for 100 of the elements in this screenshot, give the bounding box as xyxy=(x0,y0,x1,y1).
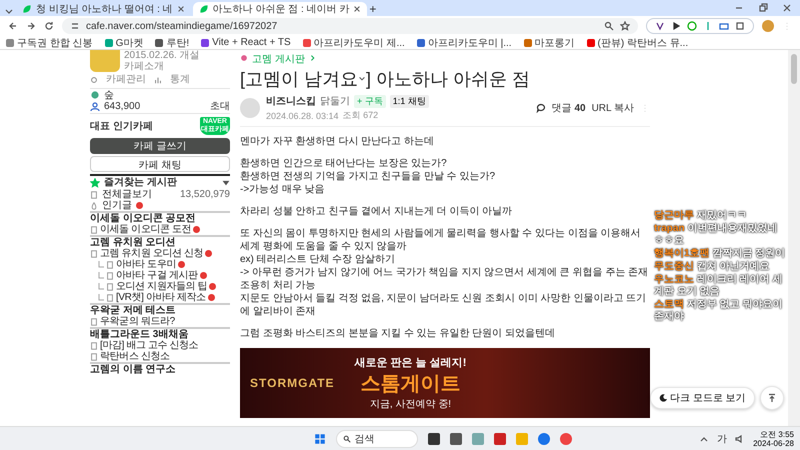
dark-mode-button[interactable]: 다크 모드로 보기 xyxy=(650,387,755,409)
bookmark-link[interactable]: 루탄! xyxy=(166,36,190,50)
bookmark-favicon xyxy=(6,38,14,46)
app-icon[interactable] xyxy=(494,432,506,444)
new-badge xyxy=(136,202,143,209)
board-group-title: 고렘 유치원 오디션 xyxy=(90,235,230,248)
chat-button[interactable]: 1:1 채팅 xyxy=(390,94,429,108)
new-tab-button[interactable]: + xyxy=(369,2,376,16)
reload-icon[interactable] xyxy=(44,21,54,31)
board-link[interactable]: 아바타 구걸 게시판 xyxy=(116,270,198,281)
ad-title: 스톰게이트 xyxy=(360,372,460,397)
bookmark-favicon xyxy=(201,38,210,46)
bookmark-link[interactable]: (판뷰) 락탄버스 뮤... xyxy=(598,36,688,50)
board-link[interactable]: 우왁굳의 뭐드라? xyxy=(100,316,175,327)
favorite-boards-title[interactable]: 즐겨찾는 게시판 xyxy=(104,177,218,188)
bookmark-link[interactable]: 아프리카도우미 |... xyxy=(428,36,512,50)
board-link[interactable]: 인기글 xyxy=(102,200,132,211)
view-count: 조회 672 xyxy=(342,109,378,122)
bookmark-link[interactable]: Vite + React + TS xyxy=(212,37,291,48)
ad-headline: 새로운 판은 늘 설레지! xyxy=(354,356,466,370)
search-icon[interactable] xyxy=(342,434,351,442)
bookmark-favicon xyxy=(416,38,425,46)
write-post-button[interactable]: 카페 글쓰기 xyxy=(90,138,230,154)
zoom-icon[interactable] xyxy=(604,21,614,31)
cafe-intro-link[interactable]: 카페소개 xyxy=(124,61,200,72)
scroll-top-button[interactable] xyxy=(760,386,784,410)
board-link[interactable]: 고렘 유치원 오디션 신청 xyxy=(100,248,204,259)
bookmark-link[interactable]: 마포롱기 xyxy=(534,36,575,50)
post-tag: [고멤이 남겨요 xyxy=(240,67,358,91)
popular-cafe-label: 대표 인기카페 xyxy=(90,120,153,132)
author-grade: 닭둘기 xyxy=(320,95,350,108)
cafe-manage-link[interactable]: 카페관리 xyxy=(106,74,146,85)
scrollbar-thumb[interactable] xyxy=(791,54,797,84)
ad-banner[interactable]: STORMGATE 새로운 판은 늘 설레지! 스톰게이트 지금, 사전예약 중! xyxy=(240,348,650,418)
board-link[interactable]: 아바타 도우미 xyxy=(116,259,176,270)
body-text: 환생하면 인간으로 태어난다는 보장은 있는가? xyxy=(240,157,448,170)
arrow-up-icon xyxy=(767,393,777,403)
body-text: 차라리 성불 안하고 친구들 곁에서 지내는게 더 이득이 아닐까 xyxy=(240,205,514,218)
chevron-right-icon[interactable] xyxy=(308,54,317,62)
restore-icon[interactable] xyxy=(758,3,768,13)
close-icon[interactable] xyxy=(353,5,362,13)
close-icon[interactable] xyxy=(176,5,185,13)
board-link[interactable]: 전체글보기 xyxy=(102,189,152,200)
caret-icon[interactable] xyxy=(222,178,230,186)
site-settings-icon[interactable] xyxy=(70,21,80,31)
ad-subline: 지금, 사전예약 중! xyxy=(370,398,452,411)
invite-link[interactable]: 초대 xyxy=(210,101,230,112)
app-icon[interactable] xyxy=(450,432,462,444)
ad-logo: STORMGATE xyxy=(250,376,335,390)
body-text: 그럼 조평화 바스티즈의 본분을 지킬 수 있는 유일한 단원이 되었을텐데 xyxy=(240,327,556,340)
browser-tab[interactable]: 아노하나 아쉬운 점 : 네이버 카 xyxy=(192,2,368,16)
clock-date[interactable]: 2024-06-28 xyxy=(753,438,794,448)
comment-label[interactable]: 댓글 40 xyxy=(552,101,586,115)
moon-icon xyxy=(659,394,667,402)
browser-tab[interactable]: 청 비킹님 아노하나 떨어여 : 네 xyxy=(16,2,191,16)
url-copy-link[interactable]: URL 복사 xyxy=(592,101,634,115)
body-text: -> 아무런 증거가 남지 않기에 어느 국가가 책임을 지지 않으면서 세계에 큰 위협을 주는 존재 조용히 처리 가능 xyxy=(240,266,650,292)
play-icon[interactable] xyxy=(671,21,681,31)
body-text: 또 자신의 몸이 투명하지만 현세의 사람들에게 물리력을 행사할 수 있다는 이점을 이용해서 xyxy=(240,227,642,240)
body-text: 환생하면 전생의 기억을 가지고 친구들을 만날 수 있는가? xyxy=(240,170,496,183)
bookmark-link[interactable]: 아프리카도우미 제... xyxy=(314,36,405,50)
comment-icon[interactable] xyxy=(536,103,546,113)
board-link[interactable]: 오디션 지원자들의 팁 xyxy=(116,281,208,292)
leaf-icon xyxy=(22,4,32,14)
body-text: ex) 테러리스트 단체 수장 암살하기 xyxy=(240,253,396,266)
member-level: 숲 xyxy=(104,90,114,101)
chat-message: 당근마루 재밌어ㅋㅋ xyxy=(654,210,747,222)
board-group-title: 이세돌 이오디콘 공모전 xyxy=(90,211,230,224)
post-date: 2024.06.28. 03:14 xyxy=(266,110,339,120)
taskbar-search[interactable]: 검색 xyxy=(336,430,418,448)
stats-link[interactable]: 통계 xyxy=(170,74,190,85)
board-link[interactable]: [마감] 배그 고수 신청소 xyxy=(100,340,198,351)
bar-chart-icon[interactable] xyxy=(154,76,162,84)
address-bar[interactable]: cafe.naver.com/steamindiegame/16972027 xyxy=(62,18,638,34)
back-icon[interactable] xyxy=(8,21,18,31)
chevron-down-icon[interactable] xyxy=(358,75,366,83)
cafe-chat-button[interactable]: 카페 채팅 xyxy=(90,156,230,172)
board-group-title: 고렘의 이름 연구소 xyxy=(90,362,230,375)
bookmark-link[interactable]: G마켓 xyxy=(116,36,144,50)
board-group-title: 배틀그라운드 3배채움 xyxy=(90,327,230,340)
board-link[interactable]: 락탄버스 신청소 xyxy=(100,351,170,362)
star-icon[interactable] xyxy=(620,21,630,31)
bookmark-favicon xyxy=(524,38,532,46)
star-icon xyxy=(90,178,100,188)
post-count: 13,520,979 xyxy=(180,189,230,200)
body-text: 세계 평화에 도움을 줄 수 있지 않을까 xyxy=(240,240,408,253)
close-icon[interactable] xyxy=(782,3,792,13)
author-name[interactable]: 비즈니스킵 xyxy=(266,94,316,108)
members-icon xyxy=(90,102,100,112)
app-icon[interactable] xyxy=(428,432,440,444)
bookmark-link[interactable]: 구독권 한합 신봉 xyxy=(17,36,93,50)
board-link[interactable]: 이세돌 이오디콘 도전 xyxy=(100,224,192,235)
clock-time[interactable]: 오전 3:55 xyxy=(760,430,794,438)
body-text: 지문도 안남아서 들킬 걱정 없음, 지문이 남더라도 신원 조회시 이미 사망한 인물이라고 뜨기에 알리바이 존재 xyxy=(240,292,648,318)
chat-message: 행복이1호팬 깜짝지금 정원이 xyxy=(654,248,786,260)
windows-icon[interactable] xyxy=(314,432,326,444)
v-icon[interactable] xyxy=(655,21,665,31)
board-link[interactable]: [VR챗] 아바타 제작소 xyxy=(116,292,206,303)
forward-icon[interactable] xyxy=(26,21,36,31)
ime-indicator[interactable]: 가 xyxy=(717,432,728,446)
